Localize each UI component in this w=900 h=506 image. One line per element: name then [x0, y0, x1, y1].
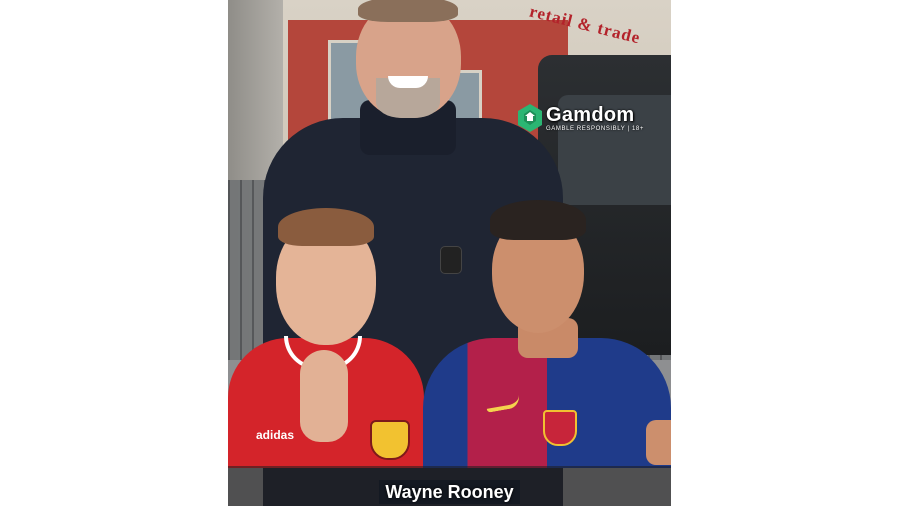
left-player-hair [278, 208, 374, 246]
right-player-fist [646, 420, 671, 465]
tall-man-smile [388, 76, 428, 88]
logo-text: Gamdom GAMBLE RESPONSIBLY | 18+ [546, 105, 644, 132]
gamdom-logo: Gamdom GAMBLE RESPONSIBLY | 18+ [517, 103, 644, 133]
right-player-hair [490, 200, 586, 240]
brand-tagline: GAMBLE RESPONSIBLY | 18+ [546, 125, 644, 132]
lapel-microphone [440, 246, 462, 274]
gamdom-logo-icon [518, 104, 542, 132]
club-crest-icon [543, 410, 577, 446]
brand-name: Gamdom [546, 103, 635, 126]
tall-man-hair [358, 0, 458, 22]
photo-frame: retail & trade 5 adidas Gamdom GAMBLE RE… [228, 0, 671, 506]
pointing-hand [300, 350, 348, 442]
adidas-logo: adidas [256, 428, 295, 442]
caption: Wayne Rooney [228, 466, 671, 506]
caption-text: Wayne Rooney [379, 480, 520, 504]
club-crest-icon [370, 420, 410, 460]
